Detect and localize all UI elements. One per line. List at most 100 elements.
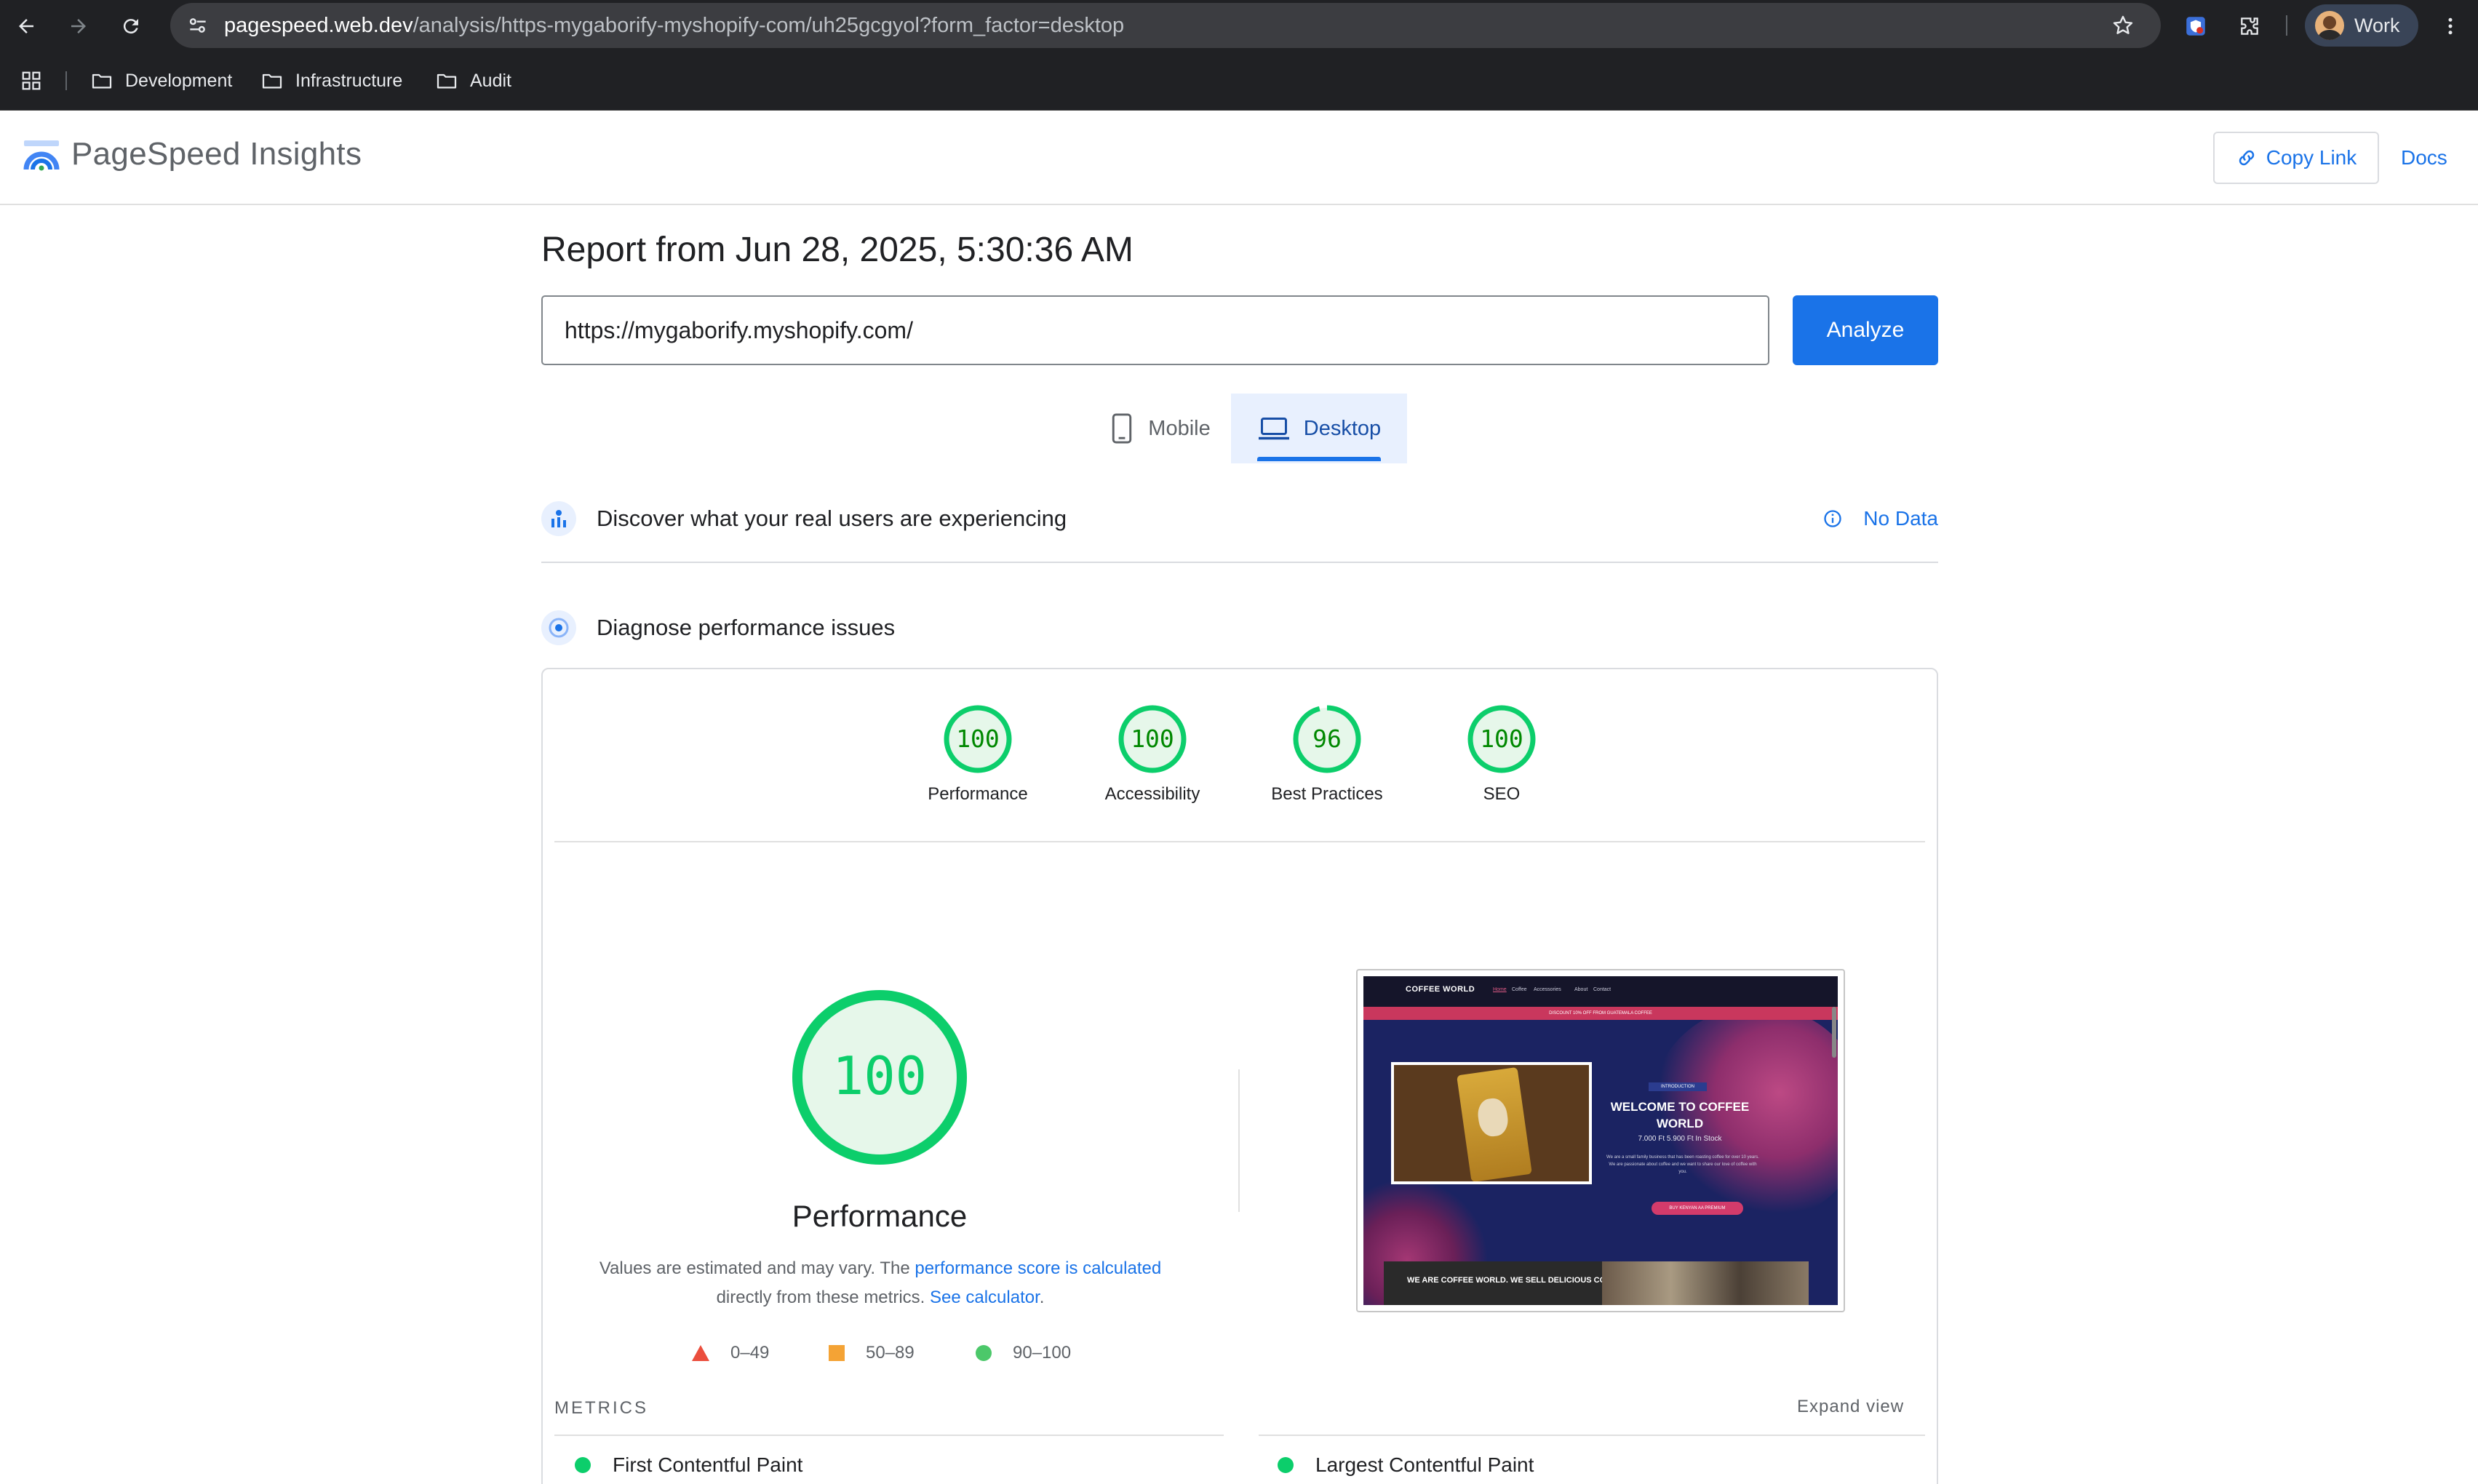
triangle-icon xyxy=(692,1345,709,1361)
legend-average: 50–89 xyxy=(828,1340,915,1366)
bookmark-label: Infrastructure xyxy=(295,70,403,91)
forward-arrow-icon xyxy=(71,19,86,33)
browser-menu-button[interactable] xyxy=(2434,10,2466,42)
tab-mobile[interactable]: Mobile xyxy=(1088,394,1231,463)
preview-banner: DISCOUNT 10% OFF FROM GUATEMALA COFFEE xyxy=(1363,1007,1838,1020)
no-data-indicator[interactable]: No Data xyxy=(1822,493,1938,544)
bookmark-label: Audit xyxy=(470,70,511,91)
preview-menu-item: Contact xyxy=(1593,987,1612,992)
gauge-ring: 100 xyxy=(944,705,1012,773)
toolbar-separator xyxy=(2286,15,2287,36)
apps-button[interactable] xyxy=(20,51,54,111)
profile-label: Work xyxy=(2354,14,2400,36)
reload-icon xyxy=(123,19,138,34)
app-title: PageSpeed Insights xyxy=(71,136,362,172)
expand-view-toggle[interactable]: Expand view xyxy=(1797,1397,1904,1417)
desc-text: Values are estimated and may vary. The xyxy=(599,1258,915,1278)
metric-largest-contentful-paint[interactable]: Largest Contentful Paint xyxy=(1278,1452,1534,1478)
extension-button[interactable] xyxy=(2180,10,2212,42)
diagnose-icon xyxy=(541,610,576,645)
field-data-section[interactable]: Discover what your real users are experi… xyxy=(541,493,1938,544)
see-calculator-link[interactable]: See calculator xyxy=(930,1288,1040,1307)
gauge-ring: 100 xyxy=(1467,705,1536,773)
desc-text: directly from these metrics. xyxy=(716,1288,930,1307)
docs-link[interactable]: Docs xyxy=(2401,132,2447,184)
profile-button[interactable]: Work xyxy=(2305,4,2418,47)
screenshot-content: COFFEE WORLD Home Coffee Accessories Abo… xyxy=(1363,976,1838,1305)
field-data-heading: Discover what your real users are experi… xyxy=(597,506,1067,531)
bookmark-folder-audit[interactable]: Audit xyxy=(435,51,511,111)
legend-range: 90–100 xyxy=(1013,1343,1072,1363)
performance-score-link[interactable]: performance score is calculated xyxy=(915,1258,1161,1278)
bookmark-star-icon xyxy=(2113,15,2133,34)
tab-desktop[interactable]: Desktop xyxy=(1231,394,1407,463)
vertical-divider xyxy=(1238,1069,1240,1212)
url-path: /analysis/https-mygaborify-myshopify-com… xyxy=(413,14,1125,37)
preview-menu-item: Accessories xyxy=(1534,987,1561,992)
address-bar[interactable]: pagespeed.web.dev/analysis/https-mygabor… xyxy=(170,3,2161,48)
bookmark-separator xyxy=(65,71,67,90)
gauge-ring: 96 xyxy=(1293,705,1361,773)
app-header: PageSpeed Insights Copy Link Docs xyxy=(0,111,2478,205)
url-host: pagespeed.web.dev xyxy=(224,14,413,37)
main-performance-gauge: 100 xyxy=(789,986,971,1172)
site-settings-icon xyxy=(189,18,206,33)
pass-dot-icon xyxy=(575,1457,591,1473)
card-divider xyxy=(554,841,1925,842)
brand[interactable]: PageSpeed Insights xyxy=(22,135,362,174)
score-gauge-accessibility[interactable]: 100 Accessibility xyxy=(1065,703,1240,805)
smartphone-icon xyxy=(1112,413,1132,444)
legend-range: 0–49 xyxy=(730,1343,770,1363)
bookmark-label: Development xyxy=(125,70,233,91)
reload-button[interactable] xyxy=(115,10,147,42)
bookmark-folder-infrastructure[interactable]: Infrastructure xyxy=(260,51,402,111)
puzzle-icon xyxy=(2241,17,2258,35)
preview-tag: INTRODUCTION xyxy=(1649,1082,1707,1091)
preview-headline: WELCOME TO COFFEE WORLD xyxy=(1610,1100,1750,1130)
folder-icon xyxy=(437,73,457,89)
legend-range: 50–89 xyxy=(866,1343,915,1363)
score-gauge-best-practices[interactable]: 96 Best Practices xyxy=(1240,703,1414,805)
metric-label: First Contentful Paint xyxy=(613,1453,803,1476)
url-input[interactable] xyxy=(541,295,1769,365)
tab-desktop-label: Desktop xyxy=(1303,416,1382,440)
gauge-label: Accessibility xyxy=(1104,784,1200,804)
tab-active-indicator xyxy=(1257,457,1381,461)
metric-first-contentful-paint[interactable]: First Contentful Paint xyxy=(575,1452,802,1478)
preview-price: 7.000 Ft 5.900 Ft In Stock xyxy=(1638,1135,1722,1143)
score-gauge-seo[interactable]: 100 SEO xyxy=(1414,703,1589,805)
copy-link-button[interactable]: Copy Link xyxy=(2213,132,2379,184)
preview-menu-item: Coffee xyxy=(1512,987,1527,992)
preview-photo xyxy=(1602,1261,1809,1305)
preview-card-text: WE ARE COFFEE WORLD. WE SELL DELICIOUS C… xyxy=(1407,1276,1627,1285)
lab-data-heading: Diagnose performance issues xyxy=(597,615,896,640)
circle-icon xyxy=(976,1345,992,1361)
section-divider xyxy=(541,562,1938,563)
gauge-score: 96 xyxy=(1312,725,1342,753)
performance-description: Values are estimated and may vary. The p… xyxy=(582,1254,1179,1312)
gauge-label: Performance xyxy=(928,784,1028,804)
forward-button[interactable] xyxy=(63,10,95,42)
no-data-label: No Data xyxy=(1863,507,1938,530)
folder-icon xyxy=(92,73,112,89)
preview-brand: COFFEE WORLD xyxy=(1406,985,1475,994)
score-gauge-performance[interactable]: 100 Performance xyxy=(891,703,1065,805)
preview-product-image xyxy=(1391,1062,1592,1184)
metric-divider xyxy=(1259,1435,1925,1436)
back-arrow-icon xyxy=(19,19,33,33)
link-icon xyxy=(2239,150,2254,166)
gauge-score: 100 xyxy=(1480,725,1523,753)
gauge-label: SEO xyxy=(1483,784,1521,804)
legend-fail: 0–49 xyxy=(691,1340,769,1366)
square-icon xyxy=(829,1345,845,1361)
folder-icon xyxy=(262,73,282,89)
pass-dot-icon xyxy=(1278,1457,1294,1473)
analyze-button[interactable]: Analyze xyxy=(1793,295,1938,365)
laptop-icon xyxy=(1258,418,1289,440)
tab-mobile-label: Mobile xyxy=(1148,416,1211,440)
preview-body: We are a small family business that has … xyxy=(1606,1155,1759,1174)
extensions-menu-button[interactable] xyxy=(2234,10,2266,42)
back-button[interactable] xyxy=(10,10,42,42)
bookmark-folder-development[interactable]: Development xyxy=(90,51,232,111)
info-icon xyxy=(1824,510,1841,527)
